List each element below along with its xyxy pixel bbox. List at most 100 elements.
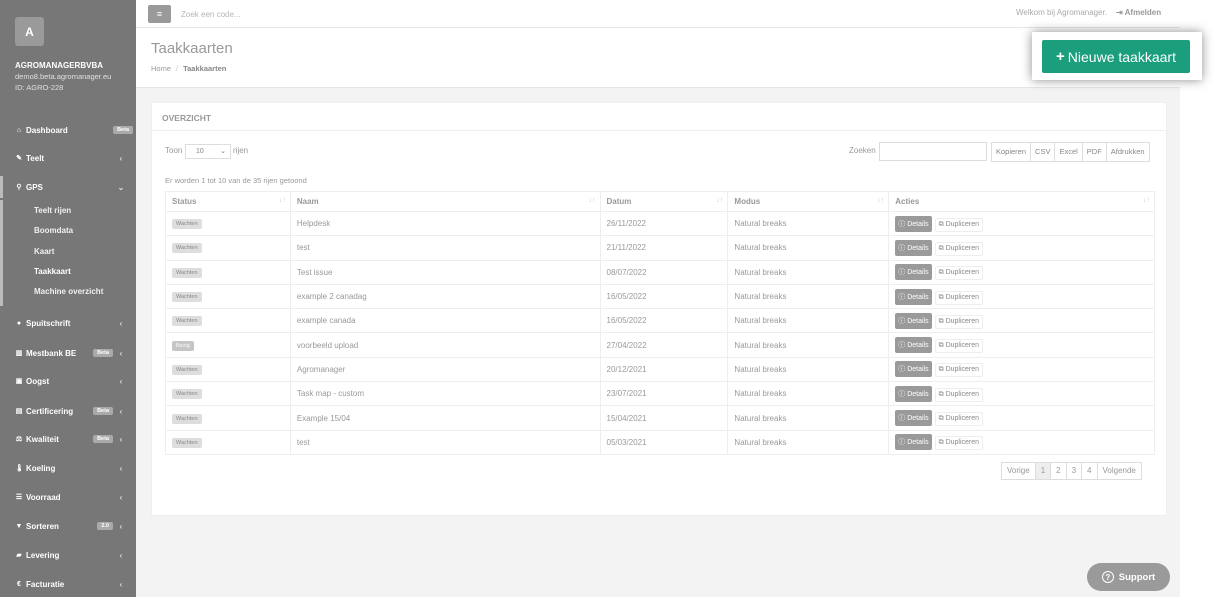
table-row: Wachten Test issue 08/07/2022 Natural break… <box>165 259 1155 285</box>
sidebar-item-sorteren[interactable]: ▼ Sorteren 2.0 ‹ <box>0 515 136 537</box>
copy-icon: ⧉ <box>938 293 946 301</box>
details-label: Details <box>907 220 929 228</box>
sidebar-item-certificering[interactable]: ▤ Certificering Beta ‹ <box>0 400 136 422</box>
table-info: Er worden 1 tot 10 van de 35 rijen getoo… <box>165 176 307 185</box>
copy-button[interactable]: Kopieren <box>992 143 1032 161</box>
chevron-left-icon: ‹ <box>119 463 123 473</box>
sidebar-item-kwaliteit[interactable]: ⚖ Kwaliteit Beta ‹ <box>0 428 136 450</box>
breadcrumb-home[interactable]: Home <box>151 64 171 73</box>
status-badge: Wachten <box>172 316 202 327</box>
table-search-input[interactable] <box>879 142 987 161</box>
duplicate-button[interactable]: ⧉ Dupliceren <box>934 412 984 427</box>
table-row: Bezig voorbeeld upload 27/04/2022 Natural b… <box>165 332 1155 358</box>
status-cell: Wachten <box>165 308 291 334</box>
company-domain: demo8.beta.agromanager.eu <box>15 72 112 81</box>
pdf-button[interactable]: PDF <box>1082 143 1107 161</box>
sidebar-item-spuitschrift[interactable]: ● Spuitschrift ‹ <box>0 312 136 334</box>
duplicate-button[interactable]: ⧉ Dupliceren <box>934 290 984 305</box>
column-header-datum[interactable]: Datum ↓↑ <box>599 191 729 212</box>
duplicate-button[interactable]: ⧉ Dupliceren <box>934 266 984 281</box>
details-button[interactable]: ⓘ Details <box>895 410 932 427</box>
chevron-left-icon: ‹ <box>119 550 123 560</box>
details-button[interactable]: ⓘ Details <box>895 312 932 329</box>
status-cell: Wachten <box>165 356 291 383</box>
column-header-status[interactable]: Status ↓↑ <box>165 191 291 212</box>
modus-cell: Natural breaks <box>727 429 890 455</box>
pagination-page[interactable]: 3 <box>1066 463 1083 479</box>
avatar[interactable]: A <box>15 17 44 46</box>
duplicate-button[interactable]: ⧉ Dupliceren <box>934 339 984 354</box>
submenu-item-kaart[interactable]: Kaart <box>34 247 54 256</box>
submenu-item-machine-overzicht[interactable]: Machine overzicht <box>34 287 103 296</box>
details-button[interactable]: ⓘ Details <box>895 264 932 281</box>
details-button[interactable]: ⓘ Details <box>895 434 932 451</box>
status-cell: Wachten <box>165 405 291 431</box>
duplicate-button[interactable]: ⧉ Dupliceren <box>934 241 984 256</box>
print-button[interactable]: Afdrukken <box>1106 143 1149 161</box>
support-button[interactable]: ? Support <box>1087 563 1170 591</box>
pagination-page[interactable]: 4 <box>1082 463 1098 479</box>
pagination-page[interactable]: 1 <box>1035 463 1052 479</box>
modus-cell: Natural breaks <box>727 381 890 407</box>
menu-toggle-button[interactable]: ≡ <box>148 5 171 23</box>
table-row: Wachten test 05/03/2021 Natural breaks ⓘ Det… <box>165 429 1155 455</box>
overview-panel: OVERZICHT Toon 10 ⌄ rijen Zoeken Kopiere… <box>151 102 1167 516</box>
details-button[interactable]: ⓘ Details <box>895 337 932 354</box>
column-header-acties[interactable]: Acties ↓↑ <box>888 191 1155 212</box>
sidebar-item-facturatie[interactable]: € Facturatie ‹ <box>0 573 136 595</box>
excel-button[interactable]: Excel <box>1055 143 1083 161</box>
pagination-previous[interactable]: Vorige <box>1002 463 1036 479</box>
details-button[interactable]: ⓘ Details <box>895 288 932 305</box>
logout-link[interactable]: ⇥ Afmelden <box>1116 8 1161 17</box>
status-badge: Wachten <box>172 219 202 230</box>
sidebar-item-levering[interactable]: ▰ Levering ‹ <box>0 544 136 566</box>
naam-cell: Test issue <box>289 259 601 285</box>
sidebar-item-teelt[interactable]: ✎ Teelt ‹ <box>0 147 136 169</box>
drop-icon: ● <box>16 319 22 327</box>
sidebar-item-label: Sorteren <box>26 521 59 531</box>
sidebar-item-mestbank-be[interactable]: ▥ Mestbank BE Beta ‹ <box>0 342 136 364</box>
status-cell: Wachten <box>165 210 291 237</box>
sidebar-item-oogst[interactable]: ▣ Oogst ‹ <box>0 370 136 392</box>
sidebar-item-voorraad[interactable]: ☰ Voorraad ‹ <box>0 486 136 508</box>
details-button[interactable]: ⓘ Details <box>895 215 932 232</box>
duplicate-button[interactable]: ⧉ Dupliceren <box>934 314 984 329</box>
modus-cell: Natural breaks <box>727 332 890 358</box>
details-label: Details <box>907 317 929 325</box>
pagination-next[interactable]: Volgende <box>1097 463 1141 479</box>
modus-cell: Natural breaks <box>727 283 890 310</box>
sidebar-item-label: Certificering <box>26 406 74 416</box>
csv-button[interactable]: CSV <box>1031 143 1056 161</box>
modus-cell: Natural breaks <box>727 210 890 237</box>
export-buttons: Kopieren CSV Excel PDF Afdrukken <box>991 142 1150 162</box>
duplicate-button[interactable]: ⧉ Dupliceren <box>934 436 984 451</box>
duplicate-button[interactable]: ⧉ Dupliceren <box>934 387 984 402</box>
code-search-input[interactable] <box>181 7 401 22</box>
copy-icon: ⧉ <box>938 366 946 374</box>
rows-per-page-select[interactable]: 10 ⌄ <box>185 144 231 159</box>
actions-cell: ⓘ Details ⧉ Dupliceren <box>888 405 1155 431</box>
table-header-row: Status ↓↑ Naam ↓↑ Datum ↓↑ Modus ↓↑ Acties ↓↑ <box>165 191 1155 212</box>
duplicate-button[interactable]: ⧉ Dupliceren <box>934 363 984 378</box>
bank-icon: ▥ <box>15 350 23 357</box>
pagination-page[interactable]: 2 <box>1051 463 1067 479</box>
submenu-item-taakkaart[interactable]: Taakkaart <box>34 267 71 276</box>
details-button[interactable]: ⓘ Details <box>895 239 932 256</box>
sidebar-item-gps[interactable]: ⚲ GPS ⌄ <box>0 176 136 198</box>
euro-icon: € <box>17 580 21 588</box>
column-header-naam[interactable]: Naam ↓↑ <box>289 191 601 212</box>
sidebar-item-dashboard[interactable]: ⌂ Dashboard Beta <box>0 119 136 141</box>
duplicate-label: Dupliceren <box>945 415 980 423</box>
duplicate-button[interactable]: ⧉ Dupliceren <box>934 217 984 232</box>
sidebar-item-label: Mestbank BE <box>26 348 77 358</box>
details-label: Details <box>907 439 929 447</box>
column-header-modus[interactable]: Modus ↓↑ <box>727 191 890 212</box>
details-button[interactable]: ⓘ Details <box>895 361 932 378</box>
new-taskmap-button[interactable]: + Nieuwe taakkaart <box>1042 40 1190 73</box>
submenu-item-boomdata[interactable]: Boomdata <box>34 226 73 235</box>
sidebar-item-koeling[interactable]: 🌡 Koeling ‹ <box>0 457 136 479</box>
submenu-item-teelt-rijen[interactable]: Teelt rijen <box>34 206 71 215</box>
datum-cell: 16/05/2022 <box>599 283 729 310</box>
new-taskmap-highlight: + Nieuwe taakkaart <box>1032 32 1202 80</box>
details-button[interactable]: ⓘ Details <box>895 385 932 402</box>
